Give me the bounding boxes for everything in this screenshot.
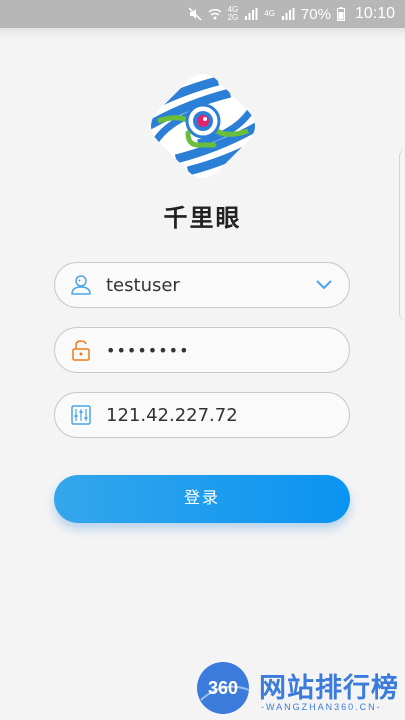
network-type: 4G 2G: [228, 6, 239, 22]
battery-percent: 70%: [300, 5, 331, 23]
watermark-logo-icon: 360: [197, 662, 250, 714]
chevron-down-icon[interactable]: [315, 279, 333, 291]
server-icon: [71, 405, 91, 425]
top-shadow: [0, 28, 405, 38]
mute-icon: [188, 7, 202, 21]
server-address-field[interactable]: 121.42.227.72: [54, 392, 350, 438]
username-value[interactable]: testuser: [106, 275, 315, 296]
password-field[interactable]: ••••••••: [54, 327, 350, 373]
watermark-title: 网站排行榜: [259, 673, 399, 704]
wifi-icon: [208, 8, 222, 20]
username-field[interactable]: testuser: [54, 262, 350, 308]
battery-icon: [336, 7, 345, 21]
clock: 10:10: [354, 5, 395, 22]
status-icons: 4G 2G 4G 70% 10:10: [188, 0, 395, 28]
watermark-circle-text: 360: [208, 678, 238, 698]
status-bar: 4G 2G 4G 70% 10:10: [0, 0, 405, 28]
password-value[interactable]: ••••••••: [106, 341, 349, 360]
network-type-alt: 4G: [264, 10, 275, 18]
app-title: 千里眼: [163, 204, 242, 232]
network-type-bottom: 2G: [227, 13, 239, 22]
app-logo-icon: [151, 74, 255, 178]
edge-panel-handle[interactable]: [399, 150, 405, 320]
lock-icon: [72, 340, 90, 361]
server-address-value[interactable]: 121.42.227.72: [106, 405, 349, 426]
user-icon: [71, 275, 91, 295]
signal-icon-2: [281, 8, 295, 20]
signal-icon: [245, 8, 258, 20]
login-button[interactable]: 登录: [54, 475, 350, 523]
watermark: 360 网站排行榜 -WANGZHAN360.CN-: [195, 660, 405, 720]
network-type-alt-label: 4G: [264, 9, 275, 18]
watermark-subtitle: -WANGZHAN360.CN-: [261, 702, 382, 712]
